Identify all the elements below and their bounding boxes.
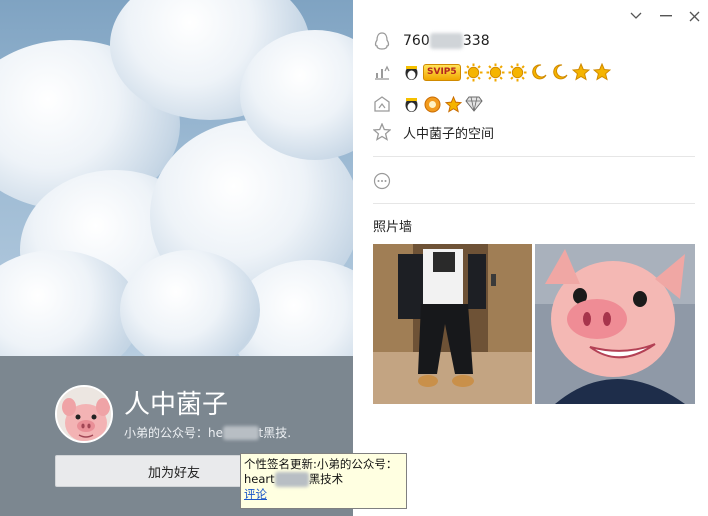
moon-icon[interactable] [551,63,569,81]
profile-cover-panel: 人中菌子 小弟的公众号：hexxxxxt黑技. 加为好友 [0,0,353,516]
diamond-icon[interactable] [465,96,483,112]
qq-number-prefix: 760 [403,33,430,49]
minimize-icon [660,15,672,17]
vip-penguin-icon[interactable] [403,96,420,113]
svip-badge[interactable]: SVIP5 [423,63,461,81]
signature-suffix: t黑技. [258,426,292,440]
star-icon[interactable] [571,63,590,81]
tooltip-line-2-prefix: heart [244,472,275,486]
photo-wall-item[interactable] [373,244,532,404]
qq-number-suffix: 338 [462,33,490,49]
profile-details-panel: 760xxxx338 SVIP5 [353,0,708,516]
level-row: SVIP5 [371,61,614,83]
sun-icon[interactable] [486,63,505,82]
minimize-button[interactable] [655,6,677,26]
elevator-selfie-photo [373,244,532,404]
sun-icon[interactable] [464,63,483,82]
signature-prefix: 小弟的公众号：he [124,426,223,440]
redacted-text: xxxxx [274,472,309,487]
signature-tooltip: 个性签名更新:小弟的公众号： heartxxxxx黑技术 评论 [240,453,407,509]
star-vip-icon[interactable] [445,95,462,113]
tooltip-line-2-suffix: 黑技术 [308,472,344,486]
collapse-button[interactable] [625,6,647,26]
profile-nickname: 人中菌子 [124,390,229,420]
close-button[interactable] [683,6,705,26]
level-chart-icon [371,61,393,83]
redacted-text: xxxx [429,33,463,49]
cover-image [0,0,353,390]
penguin-icon [371,30,393,52]
services-row [371,93,486,115]
chevron-down-icon [630,12,642,19]
photo-wall-title: 照片墙 [373,220,413,235]
star-icon[interactable] [592,63,611,81]
profile-signature[interactable]: 小弟的公众号：hexxxxxt黑技. [124,424,291,441]
comment-link[interactable]: 评论 [244,487,403,502]
close-icon [689,11,699,21]
qzone-row[interactable]: 人中菌子的空间 [371,121,494,143]
crown-home-icon [371,93,393,115]
game-vip-icon[interactable] [423,96,442,113]
divider [373,203,695,204]
svip-penguin-icon[interactable] [403,64,420,81]
more-icon[interactable] [371,170,393,192]
qzone-link[interactable]: 人中菌子的空间 [403,123,494,142]
divider [373,156,695,157]
avatar[interactable] [55,385,113,443]
qq-number-row: 760xxxx338 [371,30,490,52]
qq-number: 760xxxx338 [403,33,490,49]
star-outline-icon [371,121,393,143]
redacted-text: xxxxx [223,426,259,440]
sun-icon[interactable] [508,63,527,82]
tooltip-line-2: heartxxxxx黑技术 [244,472,403,487]
moon-icon[interactable] [530,63,548,81]
pig-face-photo [535,244,695,404]
more-info-row[interactable] [371,170,403,192]
photo-wall-item[interactable] [535,244,695,404]
tooltip-line-1: 个性签名更新:小弟的公众号： [244,457,398,471]
